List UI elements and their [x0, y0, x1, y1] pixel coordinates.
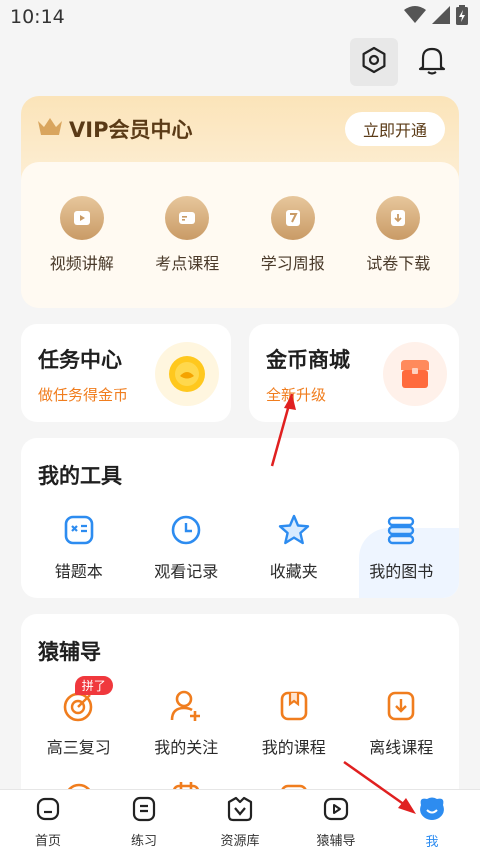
coin-shop-card[interactable]: 金币商城 全新升级 — [249, 324, 459, 422]
home-icon — [35, 796, 61, 826]
fudao-card: 猿辅导 拼了 高三复习 我的关注 我的课程 离线课程 — [21, 614, 459, 814]
tool-label: 我的关注 — [154, 738, 219, 757]
tools-card: 我的工具 错题本 观看记录 收藏夹 我的图书 — [21, 438, 459, 598]
pin-badge: 拼了 — [74, 676, 113, 695]
practice-icon — [131, 796, 157, 826]
tool-label: 收藏夹 — [269, 562, 318, 581]
tab-bar: 首页 练习 资源库 猿辅导 我 — [0, 789, 480, 855]
me-icon — [417, 795, 447, 827]
fudao-item-courses[interactable]: 我的课程 — [244, 688, 344, 758]
fudao-title: 猿辅导 — [38, 640, 101, 664]
vip-item-download[interactable]: 试卷下载 — [348, 196, 448, 274]
vip-title-wrap: VIP会员中心 — [37, 114, 192, 144]
fudao-item-follow[interactable]: 我的关注 — [136, 688, 236, 758]
tool-label: 错题本 — [54, 562, 103, 581]
tab-label: 猿辅导 — [316, 834, 356, 849]
vip-title: VIP会员中心 — [69, 118, 193, 142]
tool-label: 我的课程 — [261, 738, 326, 757]
fudao-item-review[interactable]: 拼了 高三复习 — [29, 676, 129, 758]
vip-item-label: 视频讲解 — [49, 254, 114, 273]
vip-item-report[interactable]: 学习周报 — [243, 196, 343, 274]
vip-item-label: 考点课程 — [155, 254, 220, 273]
tool-my-books[interactable]: 我的图书 — [351, 512, 451, 582]
follow-user-icon — [168, 688, 204, 724]
fudao-row: 拼了 高三复习 我的关注 我的课程 离线课程 — [21, 676, 459, 758]
play-icon — [323, 796, 349, 826]
vip-item-label: 学习周报 — [260, 254, 325, 273]
fudao-item-offline[interactable]: 离线课程 — [351, 688, 451, 758]
clock-icon — [168, 512, 204, 548]
signal-icon — [432, 6, 450, 28]
notification-button[interactable] — [408, 38, 456, 86]
settings-button[interactable] — [350, 38, 398, 86]
vip-item-course[interactable]: 考点课程 — [137, 196, 237, 274]
tool-label: 离线课程 — [369, 738, 434, 757]
crown-icon — [37, 117, 63, 141]
vip-body: 视频讲解 考点课程 学习周报 试卷下载 — [21, 162, 459, 308]
vip-open-button[interactable]: 立即开通 — [344, 112, 445, 146]
tab-me[interactable]: 我 — [392, 795, 472, 850]
tools-title: 我的工具 — [38, 464, 122, 488]
tab-label: 练习 — [130, 834, 157, 849]
vip-item-video[interactable]: 视频讲解 — [32, 196, 132, 274]
coin-icon — [155, 342, 219, 406]
tab-label: 首页 — [34, 834, 61, 849]
vip-card: VIP会员中心 立即开通 视频讲解 考点课程 学习周报 试卷下载 — [21, 96, 459, 308]
tab-practice[interactable]: 练习 — [104, 796, 184, 849]
tool-watch-history[interactable]: 观看记录 — [136, 512, 236, 582]
video-icon — [59, 196, 104, 240]
report-7-icon — [270, 196, 315, 240]
tab-resources[interactable]: 资源库 — [200, 796, 280, 849]
bookmark-course-icon — [276, 688, 312, 724]
shop-icon — [383, 342, 447, 406]
tool-favorites[interactable]: 收藏夹 — [244, 512, 344, 582]
wifi-icon — [404, 6, 426, 28]
books-icon — [383, 512, 419, 548]
offline-download-icon — [383, 688, 419, 724]
tool-label: 我的图书 — [369, 562, 434, 581]
download-icon — [376, 196, 421, 240]
resource-icon — [226, 796, 254, 826]
mistake-book-icon — [61, 512, 97, 548]
tab-label: 资源库 — [220, 834, 260, 849]
status-bar: 10:14 — [0, 0, 480, 34]
status-time: 10:14 — [10, 6, 65, 28]
task-center-card[interactable]: 任务中心 做任务得金币 — [21, 324, 231, 422]
tab-yuanfudao[interactable]: 猿辅导 — [296, 796, 376, 849]
tool-mistake-book[interactable]: 错题本 — [29, 512, 129, 582]
battery-icon — [456, 5, 468, 29]
card-icon — [165, 196, 210, 240]
vip-item-label: 试卷下载 — [366, 254, 431, 273]
vip-header: VIP会员中心 立即开通 — [21, 96, 459, 162]
settings-icon — [360, 46, 388, 78]
star-icon — [276, 512, 312, 548]
bell-icon — [418, 45, 446, 79]
top-actions — [350, 38, 456, 86]
tools-row: 错题本 观看记录 收藏夹 我的图书 — [21, 512, 459, 582]
tool-label: 高三复习 — [46, 738, 111, 757]
tab-home[interactable]: 首页 — [8, 796, 88, 849]
status-icons — [404, 5, 468, 29]
tab-label: 我 — [425, 835, 439, 850]
tool-label: 观看记录 — [154, 562, 219, 581]
